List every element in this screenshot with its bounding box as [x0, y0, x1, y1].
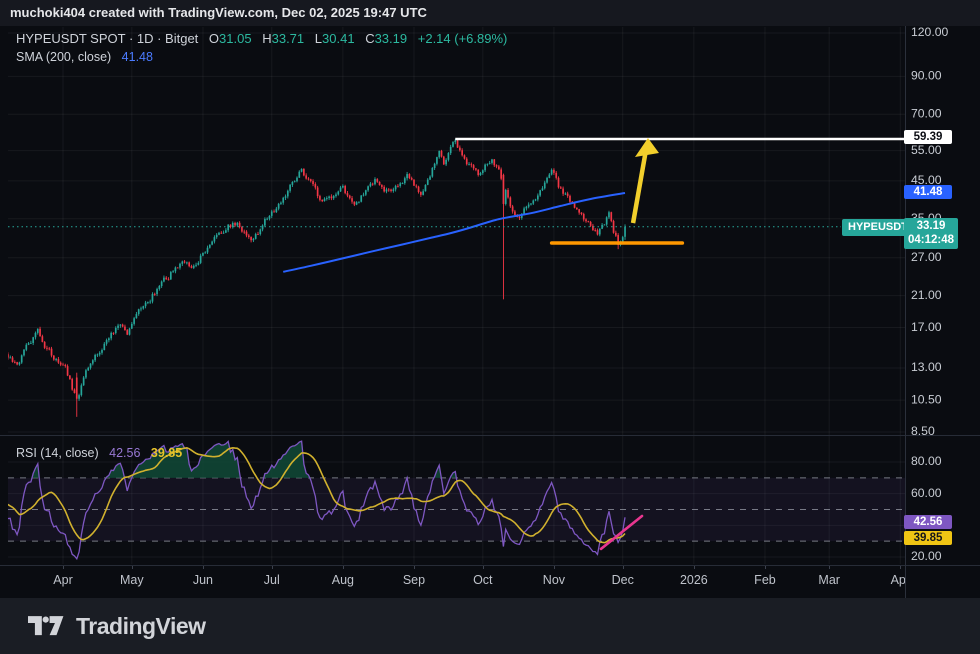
sma-legend[interactable]: SMA (200, close) 41.48: [16, 50, 153, 64]
chart-canvas[interactable]: 120.0090.0070.0055.0045.0035.0027.0021.0…: [0, 26, 980, 565]
rsi-legend[interactable]: RSI (14, close) 42.56 39.85: [16, 446, 182, 460]
sma-label: SMA (200, close): [16, 50, 111, 64]
month-tick: [272, 566, 273, 569]
close-value: 33.19: [375, 31, 408, 46]
month-label: Apr: [53, 573, 72, 587]
month-tick: [623, 566, 624, 569]
svg-text:55.00: 55.00: [911, 143, 942, 157]
month-tick: [343, 566, 344, 569]
month-label: May: [120, 573, 144, 587]
month-label: Apr: [891, 573, 906, 587]
symbol-legend[interactable]: HYPEUSDT SPOT · 1D · Bitget O31.05 H33.7…: [16, 31, 507, 46]
last-price-value: 33.19: [908, 220, 954, 234]
time-axis[interactable]: Apr May Jun Jul Aug Sep Oct Nov Dec 2026 Feb Mar Apr: [0, 566, 980, 598]
month-label: 2026: [680, 573, 708, 587]
month-label: Jul: [264, 573, 280, 587]
svg-text:120.00: 120.00: [911, 26, 948, 39]
attribution-bar: muchoki404 created with TradingView.com,…: [0, 0, 980, 26]
month-tick: [900, 566, 901, 569]
svg-text:21.00: 21.00: [911, 288, 942, 302]
tradingview-logo-icon: [28, 614, 66, 639]
ath-price-badge: 59.39: [904, 130, 952, 144]
svg-text:13.00: 13.00: [911, 360, 942, 374]
month-tick: [765, 566, 766, 569]
month-tick: [63, 566, 64, 569]
rsi-ma-value-badge: 39.85: [904, 531, 952, 545]
pane-divider[interactable]: [0, 435, 980, 436]
change-value: +2.14 (+6.89%): [418, 31, 508, 46]
svg-text:90.00: 90.00: [911, 69, 942, 83]
month-label: Jun: [193, 573, 213, 587]
rsi-label: RSI (14, close): [16, 446, 99, 460]
month-label: Oct: [473, 573, 492, 587]
high-value: 33.71: [272, 31, 305, 46]
month-label: Feb: [754, 573, 776, 587]
low-label: L: [315, 31, 322, 46]
rsi-value-badge: 42.56: [904, 515, 952, 529]
tradingview-screenshot: muchoki404 created with TradingView.com,…: [0, 0, 980, 654]
tradingview-logo-text: TradingView: [76, 613, 206, 640]
month-tick: [203, 566, 204, 569]
price-axis-border[interactable]: [905, 26, 906, 598]
attribution-text: muchoki404 created with TradingView.com,…: [10, 5, 427, 20]
footer-bar: TradingView: [0, 598, 980, 654]
close-label: C: [365, 31, 374, 46]
month-label: Aug: [332, 573, 354, 587]
sma-price-badge: 41.48: [904, 185, 952, 199]
tradingview-logo[interactable]: TradingView: [28, 613, 206, 640]
last-price-badge: 33.19 04:12:48: [904, 218, 958, 249]
svg-text:8.50: 8.50: [911, 424, 935, 438]
svg-text:20.00: 20.00: [911, 549, 942, 563]
month-tick: [829, 566, 830, 569]
svg-text:17.00: 17.00: [911, 320, 942, 334]
month-labels[interactable]: Apr May Jun Jul Aug Sep Oct Nov Dec 2026 Feb Mar Apr: [0, 566, 906, 598]
sma-value: 41.48: [122, 50, 153, 64]
month-tick: [414, 566, 415, 569]
rsi-value: 42.56: [109, 446, 140, 460]
svg-text:27.00: 27.00: [911, 250, 942, 264]
symbol-title: HYPEUSDT SPOT · 1D · Bitget: [16, 31, 198, 46]
month-tick: [554, 566, 555, 569]
svg-text:80.00: 80.00: [911, 454, 942, 468]
high-label: H: [262, 31, 271, 46]
bar-countdown: 04:12:48: [908, 234, 954, 248]
month-tick: [483, 566, 484, 569]
svg-text:60.00: 60.00: [911, 486, 942, 500]
low-value: 30.41: [322, 31, 355, 46]
rsi-tick-labels[interactable]: 80.00 60.00 20.00: [911, 454, 942, 563]
month-label: Sep: [403, 573, 425, 587]
month-tick: [132, 566, 133, 569]
rsi-ma-value: 39.85: [151, 446, 182, 460]
rsi-band: [8, 478, 905, 541]
month-label: Dec: [612, 573, 634, 587]
svg-text:10.50: 10.50: [911, 392, 942, 406]
svg-text:70.00: 70.00: [911, 106, 942, 120]
month-tick: [694, 566, 695, 569]
month-label: Mar: [818, 573, 840, 587]
open-label: O: [209, 31, 219, 46]
open-value: 31.05: [219, 31, 252, 46]
month-label: Nov: [543, 573, 565, 587]
